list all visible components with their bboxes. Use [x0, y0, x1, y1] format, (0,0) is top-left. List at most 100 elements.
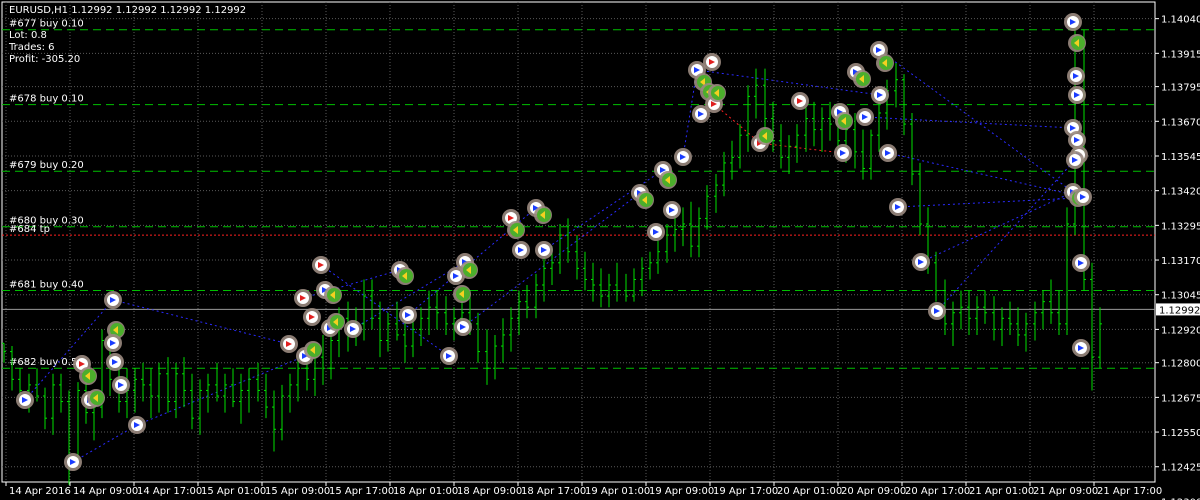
- trade-marker[interactable]: [440, 347, 458, 365]
- time-tick-label: 15 Apr 09:00: [265, 486, 330, 497]
- trade-marker[interactable]: [834, 144, 852, 162]
- trade-marker[interactable]: [703, 53, 721, 71]
- trade-marker[interactable]: [856, 108, 874, 126]
- profit-label: Profit: -305.20: [9, 54, 81, 65]
- trade-marker[interactable]: [104, 334, 122, 352]
- time-tick-label: 19 Apr 09:00: [649, 486, 714, 497]
- order-level-label: #682 buy 0.50: [9, 357, 84, 368]
- price-tick-label: 1.12675: [1161, 393, 1200, 404]
- trade-marker[interactable]: [396, 267, 414, 285]
- trade-marker[interactable]: [1064, 13, 1082, 31]
- time-tick-label: 20 Apr 01:00: [777, 486, 842, 497]
- trade-marker[interactable]: [791, 92, 809, 110]
- price-tick-label: 1.13045: [1161, 291, 1200, 302]
- time-tick-label: 19 Apr 17:00: [713, 486, 778, 497]
- trade-marker[interactable]: [512, 241, 530, 259]
- trade-marker[interactable]: [674, 148, 692, 166]
- trade-marker[interactable]: [327, 313, 345, 331]
- price-axis: 1.14040 1.13915 1.13795 1.13670 1.13545 1.134…: [1155, 15, 1200, 500]
- order-level-label: #684 tp: [9, 224, 50, 235]
- trade-marker[interactable]: [304, 341, 322, 359]
- trade-marker[interactable]: [871, 86, 889, 104]
- price-tick-label: 1.12920: [1161, 325, 1200, 336]
- trade-marker[interactable]: [64, 453, 82, 471]
- price-tick-label: 1.13295: [1161, 221, 1200, 232]
- price-tick-label: 1.12550: [1161, 428, 1200, 439]
- trade-marker[interactable]: [853, 70, 871, 88]
- trade-marker[interactable]: [659, 171, 677, 189]
- trade-marker[interactable]: [1066, 151, 1084, 169]
- trade-marker[interactable]: [312, 256, 330, 274]
- time-tick-label: 21 Apr 01:00: [969, 486, 1034, 497]
- trade-marker[interactable]: [879, 144, 897, 162]
- trade-marker[interactable]: [636, 191, 654, 209]
- price-tick-label: 1.12800: [1161, 359, 1200, 370]
- trade-marker[interactable]: [912, 253, 930, 271]
- trade-marker[interactable]: [663, 201, 681, 219]
- trade-marker[interactable]: [1068, 34, 1086, 52]
- trade-marker[interactable]: [16, 391, 34, 409]
- trade-marker[interactable]: [889, 198, 907, 216]
- trade-marker[interactable]: [79, 367, 97, 385]
- time-tick-label: 20 Apr 09:00: [841, 486, 906, 497]
- time-tick-label: 18 Apr 17:00: [521, 486, 586, 497]
- time-tick-label: 21 Apr 09:00: [1033, 486, 1098, 497]
- trade-marker[interactable]: [104, 291, 122, 309]
- trade-marker[interactable]: [303, 308, 321, 326]
- time-tick-label: 14 Apr 2016: [9, 486, 71, 497]
- price-tick-label: 1.13545: [1161, 152, 1200, 163]
- lot-label: Lot: 0.8: [9, 30, 47, 41]
- trade-marker[interactable]: [128, 416, 146, 434]
- trade-marker[interactable]: [1072, 254, 1090, 272]
- price-chart[interactable]: #677 buy 0.10 #678 buy 0.10 #679 buy 0.20 #…: [0, 0, 1200, 500]
- trade-marker[interactable]: [87, 389, 105, 407]
- price-tick-label: 1.13795: [1161, 83, 1200, 94]
- price-tick-label: 1.13420: [1161, 187, 1200, 198]
- trade-marker[interactable]: [507, 221, 525, 239]
- current-price-label: 1.12992: [1159, 305, 1200, 316]
- order-level-label: #681 buy 0.40: [9, 280, 84, 291]
- order-level-label: #677 buy 0.10: [9, 19, 84, 30]
- price-tick-label: 1.13170: [1161, 256, 1200, 267]
- time-tick-label: 15 Apr 01:00: [201, 486, 266, 497]
- price-tick-label: 1.12425: [1161, 463, 1200, 474]
- trade-marker[interactable]: [1074, 188, 1092, 206]
- trade-marker[interactable]: [460, 261, 478, 279]
- time-tick-label: 15 Apr 17:00: [329, 486, 394, 497]
- symbol-header: EURUSD,H1 1.12992 1.12992 1.12992 1.1299…: [9, 5, 247, 16]
- trade-marker[interactable]: [1067, 67, 1085, 85]
- trade-marker[interactable]: [106, 353, 124, 371]
- trade-marker[interactable]: [1068, 86, 1086, 104]
- trade-marker[interactable]: [453, 285, 471, 303]
- chart-background: [0, 0, 1200, 500]
- time-tick-label: 18 Apr 01:00: [393, 486, 458, 497]
- trade-marker[interactable]: [399, 306, 417, 324]
- trades-label: Trades: 6: [9, 42, 55, 53]
- trade-marker[interactable]: [294, 289, 312, 307]
- time-tick-label: 19 Apr 01:00: [585, 486, 650, 497]
- time-tick-label: 20 Apr 17:00: [905, 486, 970, 497]
- time-tick-label: 14 Apr 09:00: [73, 486, 138, 497]
- trade-marker[interactable]: [928, 302, 946, 320]
- trade-marker[interactable]: [708, 84, 726, 102]
- price-tick-label: 1.13670: [1161, 117, 1200, 128]
- trade-marker[interactable]: [454, 318, 472, 336]
- time-tick-label: 14 Apr 17:00: [137, 486, 202, 497]
- trade-marker[interactable]: [647, 223, 665, 241]
- trade-marker[interactable]: [534, 206, 552, 224]
- trade-marker[interactable]: [112, 376, 130, 394]
- trade-marker[interactable]: [535, 241, 553, 259]
- trade-marker[interactable]: [1072, 339, 1090, 357]
- trade-marker[interactable]: [324, 286, 342, 304]
- price-tick-label: 1.14040: [1161, 15, 1200, 26]
- trade-marker[interactable]: [835, 112, 853, 130]
- trade-marker[interactable]: [344, 320, 362, 338]
- order-level-label: #679 buy 0.20: [9, 160, 84, 171]
- order-level-label: #678 buy 0.10: [9, 94, 84, 105]
- trade-marker[interactable]: [756, 127, 774, 145]
- time-tick-label: 18 Apr 09:00: [457, 486, 522, 497]
- time-tick-label: 21 Apr 17:00: [1097, 486, 1162, 497]
- trade-marker[interactable]: [280, 335, 298, 353]
- price-tick-label: 1.13915: [1161, 49, 1200, 60]
- trade-marker[interactable]: [876, 54, 894, 72]
